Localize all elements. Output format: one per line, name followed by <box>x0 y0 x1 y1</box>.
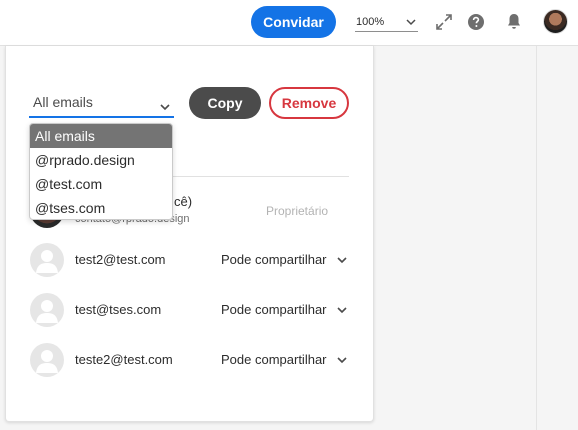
user-avatar[interactable] <box>543 9 568 34</box>
chevron-down-icon <box>336 350 347 370</box>
person-email: test@tses.com <box>75 302 162 317</box>
owner-name: cê) <box>174 194 193 209</box>
zoom-select[interactable]: 100% <box>355 12 418 32</box>
avatar <box>30 243 64 277</box>
divider <box>536 46 537 430</box>
top-bar: Convidar 100% <box>0 0 578 46</box>
permission-select[interactable]: Pode compartilhar <box>221 250 347 270</box>
menu-item[interactable]: All emails <box>30 124 172 148</box>
person-email: teste2@test.com <box>75 352 173 367</box>
menu-item[interactable]: @rprado.design <box>30 148 172 172</box>
permission-label: Pode compartilhar <box>221 302 327 317</box>
email-filter-select[interactable]: All emails <box>29 88 174 118</box>
permission-label: Pode compartilhar <box>221 352 327 367</box>
avatar <box>30 293 64 327</box>
chevron-down-icon <box>336 300 347 320</box>
person-icon <box>36 300 58 323</box>
expand-icon[interactable] <box>434 12 454 32</box>
permission-label: Pode compartilhar <box>221 252 327 267</box>
invite-button[interactable]: Convidar <box>251 6 336 38</box>
menu-item[interactable]: @test.com <box>30 172 172 196</box>
menu-item[interactable]: @tses.com <box>30 196 172 219</box>
copy-button[interactable]: Copy <box>189 87 261 119</box>
chevron-down-icon <box>160 98 170 114</box>
email-filter-value: All emails <box>33 94 93 110</box>
avatar <box>30 343 64 377</box>
bell-icon[interactable] <box>504 11 524 31</box>
permission-select[interactable]: Pode compartilhar <box>221 350 347 370</box>
person-icon <box>36 350 58 373</box>
person-email: test2@test.com <box>75 252 166 267</box>
remove-button[interactable]: Remove <box>269 87 349 119</box>
permission-select[interactable]: Pode compartilhar <box>221 300 347 320</box>
owner-role: Proprietário <box>266 204 329 218</box>
person-icon <box>36 250 58 273</box>
zoom-value: 100% <box>356 15 385 28</box>
chevron-down-icon <box>336 250 347 270</box>
help-icon[interactable] <box>466 12 486 32</box>
email-filter-menu: All emails @rprado.design @test.com @tse… <box>29 123 173 220</box>
chevron-down-icon <box>406 17 416 29</box>
